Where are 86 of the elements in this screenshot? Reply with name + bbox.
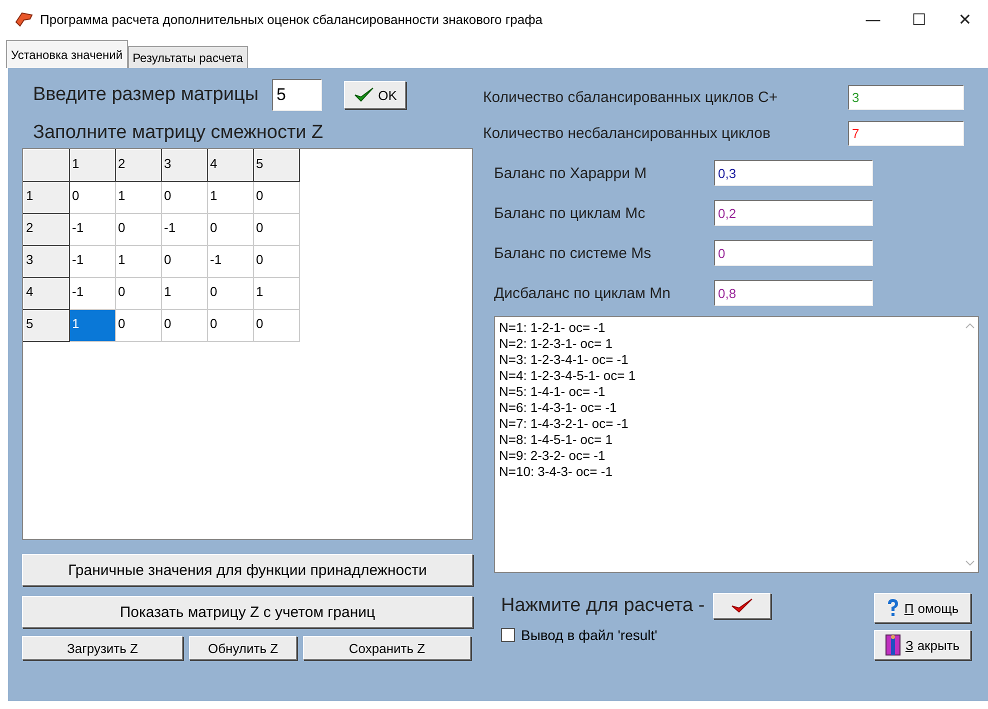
balance-field[interactable]: 0,2 xyxy=(714,200,873,226)
row-header: 2 xyxy=(24,214,70,246)
table-cell[interactable]: -1 xyxy=(208,246,254,278)
minimize-button[interactable]: — xyxy=(850,4,896,34)
count-label: Количество несбалансированных циклов xyxy=(483,124,770,142)
window-title: Программа расчета дополнительных оценок сбалансированности знакового графа xyxy=(40,12,544,26)
table-cell[interactable]: 0 xyxy=(208,310,254,342)
count-label: Количество сбалансированных циклов С+ xyxy=(483,88,778,106)
column-header: 4 xyxy=(208,150,254,182)
save-button[interactable]: Сохранить Z xyxy=(303,636,471,660)
row-header: 4 xyxy=(24,278,70,310)
checkbox[interactable] xyxy=(501,628,515,642)
table-cell[interactable]: 0 xyxy=(254,214,300,246)
column-header: 2 xyxy=(116,150,162,182)
row-header: 1 xyxy=(24,182,70,214)
balance-label: Дисбаланс по циклам Мn xyxy=(494,284,672,302)
scroll-down-icon[interactable] xyxy=(964,560,974,566)
close-button[interactable]: ✕ xyxy=(942,4,988,34)
cycle-item: N=6: 1-4-3-1- oc= -1 xyxy=(499,400,618,416)
table-cell[interactable]: 0 xyxy=(162,246,208,278)
row-header: 3 xyxy=(24,246,70,278)
checkbox-label: Вывод в файл 'result' xyxy=(521,627,658,643)
ok-button[interactable]: OK xyxy=(344,81,406,109)
cycle-item: N=3: 1-2-3-4-1- oc= -1 xyxy=(499,352,630,368)
header-cell xyxy=(24,150,70,182)
table-cell[interactable]: 0 xyxy=(208,278,254,310)
tab[interactable]: Результаты расчета xyxy=(128,46,248,68)
door-icon xyxy=(885,634,902,656)
cycle-item: N=8: 1-4-5-1- oc= 1 xyxy=(499,432,614,448)
table-cell[interactable]: -1 xyxy=(70,214,116,246)
check-icon xyxy=(354,87,374,103)
show-matrix-button[interactable]: Показать матрицу Z с учетом границ xyxy=(22,596,473,628)
cycle-item: N=9: 2-3-2- oc= -1 xyxy=(499,448,606,464)
table-cell[interactable]: 0 xyxy=(254,182,300,214)
table-cell[interactable]: -1 xyxy=(162,214,208,246)
table-cell[interactable]: 0 xyxy=(254,246,300,278)
matrix-size-field[interactable]: 5 xyxy=(272,79,322,111)
table-cell[interactable]: 1 xyxy=(254,278,300,310)
table-cell[interactable]: 0 xyxy=(70,182,116,214)
balance-label: Баланс по циклам Мс xyxy=(494,204,646,222)
table-cell[interactable]: 0 xyxy=(116,310,162,342)
balance-field[interactable]: 0 xyxy=(714,240,873,266)
cycle-item: N=1: 1-2-1- oc= -1 xyxy=(499,320,606,336)
cycles-list[interactable] xyxy=(494,316,979,573)
cycle-item: N=7: 1-4-3-2-1- oc= -1 xyxy=(499,416,630,432)
calculate-label: Нажмите для расчета - xyxy=(501,595,705,617)
matrix-label: Заполните матрицу смежности Z xyxy=(33,122,324,144)
table-cell[interactable]: 1 xyxy=(116,182,162,214)
table-cell[interactable]: 0 xyxy=(116,278,162,310)
check-icon xyxy=(730,598,753,614)
table-cell[interactable]: 1 xyxy=(70,310,116,342)
table-cell[interactable]: 0 xyxy=(116,214,162,246)
table-cell[interactable]: 1 xyxy=(208,182,254,214)
matrix-grid[interactable]: 1 2 3 4 5 1 0 1 0 1 0 2 -1 0 -1 0 0 3 -1 1 0 -1 0 4 -1 0 1 0 1 5 1 0 0 0 0 xyxy=(22,148,473,540)
cycle-item: N=5: 1-4-1- oc= -1 xyxy=(499,384,606,400)
column-header: 3 xyxy=(162,150,208,182)
table-cell[interactable]: 0 xyxy=(162,182,208,214)
balance-label: Баланс по системе Ms xyxy=(494,244,652,262)
app-icon xyxy=(14,10,34,28)
cycle-item: N=10: 3-4-3- oc= -1 xyxy=(499,464,614,480)
matrix-size-label: Введите размер матрицы xyxy=(33,84,258,106)
close-app-button[interactable]: З акрыть xyxy=(874,630,971,660)
load-button[interactable]: Загрузить Z xyxy=(22,636,183,660)
table-cell[interactable]: 0 xyxy=(208,214,254,246)
reset-button[interactable]: Обнулить Z xyxy=(189,636,297,660)
tab[interactable]: Установка значений xyxy=(6,40,128,68)
cycle-item: N=4: 1-2-3-4-5-1- oc= 1 xyxy=(499,368,637,384)
table-cell[interactable]: 0 xyxy=(162,310,208,342)
balance-field[interactable]: 0,3 xyxy=(714,160,873,186)
maximize-button[interactable]: ☐ xyxy=(896,4,942,34)
balance-field[interactable]: 0,8 xyxy=(714,280,873,306)
scroll-up-icon[interactable] xyxy=(964,323,974,329)
column-header: 5 xyxy=(254,150,300,182)
column-header: 1 xyxy=(70,150,116,182)
table-cell[interactable]: 1 xyxy=(116,246,162,278)
help-button[interactable]: П омощь xyxy=(874,593,971,623)
table-cell[interactable]: 1 xyxy=(162,278,208,310)
cycle-item: N=2: 1-2-3-1- oc= 1 xyxy=(499,336,614,352)
calculate-button[interactable] xyxy=(712,593,771,619)
count-field[interactable]: 7 xyxy=(848,120,964,146)
balance-label: Баланс по Харарри М xyxy=(494,164,648,182)
bounds-button[interactable]: Граничные значения для функции принадлежности xyxy=(22,554,473,586)
question-icon xyxy=(886,598,900,618)
table-cell[interactable]: 0 xyxy=(254,310,300,342)
table-cell[interactable]: -1 xyxy=(70,246,116,278)
row-header: 5 xyxy=(24,310,70,342)
